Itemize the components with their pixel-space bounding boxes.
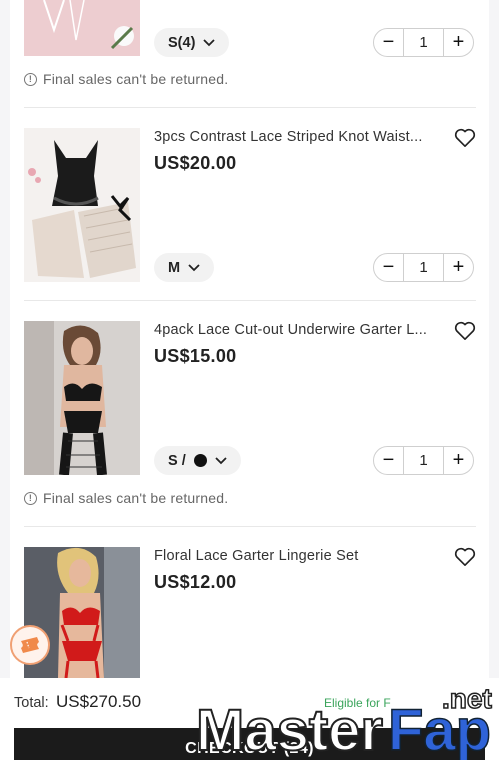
- variant-label: M: [168, 259, 181, 276]
- decrease-button[interactable]: −: [374, 254, 403, 281]
- svg-text:.net: .net: [442, 683, 492, 714]
- variant-label: S /: [168, 452, 186, 469]
- coupon-float-button[interactable]: [10, 625, 50, 665]
- product-price: US$15.00: [154, 346, 237, 366]
- increase-button[interactable]: +: [444, 447, 473, 474]
- notice-text: Final sales can't be returned.: [43, 490, 229, 506]
- variant-selector[interactable]: S /: [154, 446, 241, 475]
- info-icon: !: [24, 491, 37, 505]
- heart-icon[interactable]: [454, 321, 476, 341]
- increase-button[interactable]: +: [444, 254, 473, 281]
- ticket-icon: [21, 637, 39, 653]
- cart-item: Floral Lace Garter Lingerie Set US$12.00: [24, 547, 486, 678]
- chevron-down-icon: [215, 456, 227, 464]
- cart-item: 3pcs Contrast Lace Striped Knot Waist...…: [24, 128, 486, 298]
- divider: [24, 300, 476, 301]
- product-title[interactable]: 3pcs Contrast Lace Striped Knot Waist...: [154, 129, 434, 145]
- decrease-button[interactable]: −: [374, 447, 403, 474]
- color-swatch: [193, 454, 207, 467]
- final-sale-notice: ! Final sales can't be returned.: [24, 71, 228, 87]
- product-price: US$12.00: [154, 572, 237, 592]
- chevron-down-icon: [203, 38, 216, 46]
- quantity-stepper: − 1 +: [373, 446, 474, 475]
- total-value: US$270.50: [56, 692, 142, 711]
- decrease-button[interactable]: −: [374, 29, 403, 56]
- increase-button[interactable]: +: [444, 29, 473, 56]
- heart-icon[interactable]: [454, 547, 476, 567]
- quantity-stepper: − 1 +: [373, 28, 474, 57]
- final-sale-notice: ! Final sales can't be returned.: [24, 490, 228, 506]
- cart-item: S(4) − 1 + ! Final sales can't be return…: [24, 0, 486, 100]
- product-image[interactable]: [24, 0, 140, 56]
- product-image[interactable]: [24, 321, 140, 475]
- product-image[interactable]: [24, 128, 140, 282]
- product-title[interactable]: 4pack Lace Cut-out Underwire Garter L...: [154, 322, 434, 338]
- quantity-stepper: − 1 +: [373, 253, 474, 282]
- variant-selector[interactable]: S(4): [154, 28, 230, 57]
- variant-label: S(4): [168, 34, 196, 51]
- chevron-down-icon: [188, 263, 200, 271]
- svg-text:Master: Master: [196, 698, 383, 760]
- quantity-value[interactable]: 1: [403, 447, 444, 474]
- product-title[interactable]: Floral Lace Garter Lingerie Set: [154, 548, 434, 564]
- quantity-value[interactable]: 1: [403, 254, 444, 281]
- watermark-logo: Master Fap .net: [196, 682, 493, 760]
- variant-selector[interactable]: M: [154, 253, 215, 282]
- heart-icon[interactable]: [454, 128, 476, 148]
- quantity-value[interactable]: 1: [403, 29, 444, 56]
- divider: [24, 526, 476, 527]
- notice-text: Final sales can't be returned.: [43, 71, 229, 87]
- cart-item: 4pack Lace Cut-out Underwire Garter L...…: [24, 321, 486, 511]
- total-label: Total:: [14, 695, 49, 711]
- product-price: US$20.00: [154, 153, 237, 173]
- divider: [24, 107, 476, 108]
- info-icon: !: [24, 72, 37, 86]
